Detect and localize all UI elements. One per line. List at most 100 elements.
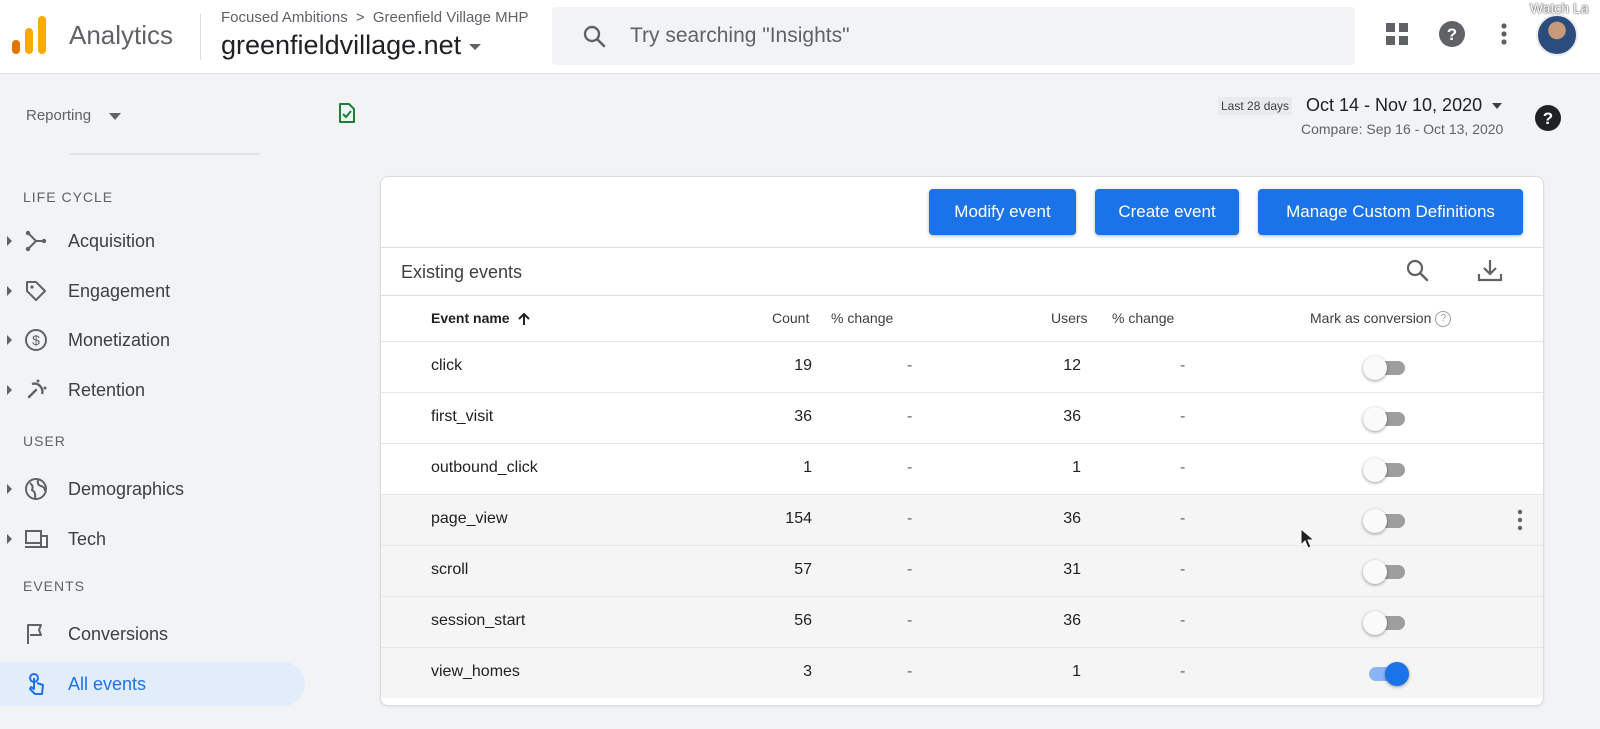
event-users: 1 bbox=[1072, 459, 1081, 476]
sidebar-item-label: Monetization bbox=[68, 329, 171, 350]
event-count: 1 bbox=[803, 459, 812, 476]
users-change: - bbox=[1180, 408, 1186, 425]
conversion-toggle[interactable] bbox=[1363, 406, 1409, 432]
more-vert-icon[interactable] bbox=[1516, 508, 1524, 532]
conversion-toggle[interactable] bbox=[1363, 559, 1409, 585]
sidebar-item-conversions[interactable]: Conversions bbox=[0, 612, 305, 656]
help-icon[interactable]: ? bbox=[1534, 104, 1562, 132]
help-icon[interactable]: ? bbox=[1435, 311, 1452, 328]
table-row[interactable]: scroll 57 - 31 - bbox=[381, 545, 1543, 596]
expand-arrow-icon bbox=[7, 484, 12, 494]
toggle-knob bbox=[1363, 356, 1387, 380]
check-box-icon[interactable] bbox=[334, 101, 358, 125]
section-events: EVENTS bbox=[23, 578, 86, 594]
header-users-change[interactable]: % change bbox=[1112, 310, 1174, 326]
devices-icon bbox=[25, 530, 48, 548]
sidebar-item-retention[interactable]: Retention bbox=[0, 368, 305, 412]
header-count-change[interactable]: % change bbox=[831, 310, 893, 326]
toggle-knob bbox=[1363, 407, 1387, 431]
event-count: 3 bbox=[803, 663, 812, 680]
conversion-toggle[interactable] bbox=[1363, 355, 1409, 381]
tag-icon bbox=[26, 281, 46, 301]
table-row[interactable]: first_visit 36 - 36 - bbox=[381, 392, 1543, 443]
event-users: 1 bbox=[1072, 663, 1081, 680]
create-event-button[interactable]: Create event bbox=[1095, 189, 1239, 235]
header-divider bbox=[200, 14, 201, 60]
event-name[interactable]: first_visit bbox=[431, 408, 493, 426]
table-row[interactable]: outbound_click 1 - 1 - bbox=[381, 443, 1543, 494]
toggle-knob bbox=[1363, 458, 1387, 482]
analytics-logo-icon[interactable] bbox=[12, 16, 46, 54]
search-icon[interactable] bbox=[1404, 257, 1432, 285]
event-name[interactable]: click bbox=[431, 357, 462, 375]
expand-arrow-icon bbox=[7, 335, 12, 345]
search-bar[interactable] bbox=[552, 7, 1355, 65]
sidebar-item-engagement[interactable]: Engagement bbox=[0, 269, 305, 313]
expand-arrow-icon bbox=[7, 286, 12, 296]
event-users: 36 bbox=[1063, 408, 1081, 425]
sidebar-item-demographics[interactable]: Demographics bbox=[0, 467, 305, 511]
svg-text:$: $ bbox=[32, 332, 40, 348]
download-icon[interactable] bbox=[1476, 257, 1504, 285]
conversion-toggle[interactable] bbox=[1363, 610, 1409, 636]
header-event-name-label: Event name bbox=[431, 310, 510, 326]
sidebar-item-label: Tech bbox=[68, 528, 107, 549]
event-count: 36 bbox=[794, 408, 812, 425]
header-conversion-label: Mark as conversion bbox=[1310, 310, 1432, 326]
sidebar-item-label: Acquisition bbox=[68, 230, 156, 251]
help-icon[interactable]: ? bbox=[1438, 20, 1466, 48]
event-name[interactable]: outbound_click bbox=[431, 459, 538, 477]
event-count: 154 bbox=[785, 510, 812, 527]
event-name[interactable]: session_start bbox=[431, 612, 525, 630]
event-count: 56 bbox=[794, 612, 812, 629]
more-vert-icon[interactable] bbox=[1490, 20, 1518, 48]
table-row[interactable]: session_start 56 - 36 - bbox=[381, 596, 1543, 647]
sidebar-item-tech[interactable]: Tech bbox=[0, 517, 305, 561]
sidebar-item-label: Conversions bbox=[68, 623, 169, 644]
breadcrumb[interactable]: Focused Ambitions > Greenfield Village M… bbox=[221, 9, 528, 26]
reporting-selector[interactable]: Reporting bbox=[26, 107, 122, 124]
modify-event-button[interactable]: Modify event bbox=[929, 189, 1076, 235]
header-count[interactable]: Count bbox=[772, 310, 809, 326]
mouse-cursor-icon bbox=[1300, 528, 1316, 549]
event-name[interactable]: view_homes bbox=[431, 663, 520, 681]
search-input[interactable] bbox=[630, 17, 1330, 55]
chevron-down-icon bbox=[469, 43, 482, 50]
apps-grid-icon[interactable] bbox=[1383, 20, 1411, 48]
table-title: Existing events bbox=[401, 262, 523, 282]
table-row[interactable]: click 19 - 12 - bbox=[381, 341, 1543, 392]
avatar[interactable] bbox=[1536, 14, 1578, 56]
conversion-toggle[interactable] bbox=[1363, 457, 1409, 483]
touch-icon bbox=[29, 673, 44, 695]
toggle-knob bbox=[1363, 611, 1387, 635]
card-divider bbox=[381, 247, 1543, 248]
section-user: USER bbox=[23, 433, 66, 449]
globe-icon bbox=[25, 478, 47, 500]
svg-text:?: ? bbox=[1447, 25, 1457, 44]
count-change: - bbox=[907, 561, 913, 578]
compare-range: Compare: Sep 16 - Oct 13, 2020 bbox=[1301, 121, 1504, 137]
manage-custom-definitions-button[interactable]: Manage Custom Definitions bbox=[1258, 189, 1523, 235]
event-name[interactable]: scroll bbox=[431, 561, 468, 579]
sidebar-item-all-events[interactable]: All events bbox=[0, 662, 305, 706]
top-bar: Analytics Focused Ambitions > Greenfield… bbox=[0, 0, 1600, 74]
users-change: - bbox=[1180, 459, 1186, 476]
property-selector[interactable]: greenfieldvillage.net bbox=[221, 30, 482, 61]
events-card: Modify event Create event Manage Custom … bbox=[380, 176, 1544, 706]
table-row[interactable]: page_view 154 - 36 - bbox=[381, 494, 1543, 545]
sidebar-item-acquisition[interactable]: Acquisition bbox=[0, 219, 305, 263]
date-range-selector[interactable]: Oct 14 - Nov 10, 2020 bbox=[1306, 95, 1503, 116]
conversion-toggle[interactable] bbox=[1363, 508, 1409, 534]
event-users: 31 bbox=[1063, 561, 1081, 578]
count-change: - bbox=[907, 510, 913, 527]
count-change: - bbox=[907, 663, 913, 680]
dollar-icon: $ bbox=[25, 329, 47, 351]
conversion-toggle[interactable] bbox=[1363, 661, 1409, 687]
event-name[interactable]: page_view bbox=[431, 510, 508, 528]
event-users: 12 bbox=[1063, 357, 1081, 374]
header-users[interactable]: Users bbox=[1051, 310, 1088, 326]
search-icon bbox=[583, 25, 606, 48]
header-event-name[interactable]: Event name bbox=[431, 310, 531, 326]
sidebar-item-monetization[interactable]: $ Monetization bbox=[0, 318, 305, 362]
table-row[interactable]: view_homes 3 - 1 - bbox=[381, 647, 1543, 698]
